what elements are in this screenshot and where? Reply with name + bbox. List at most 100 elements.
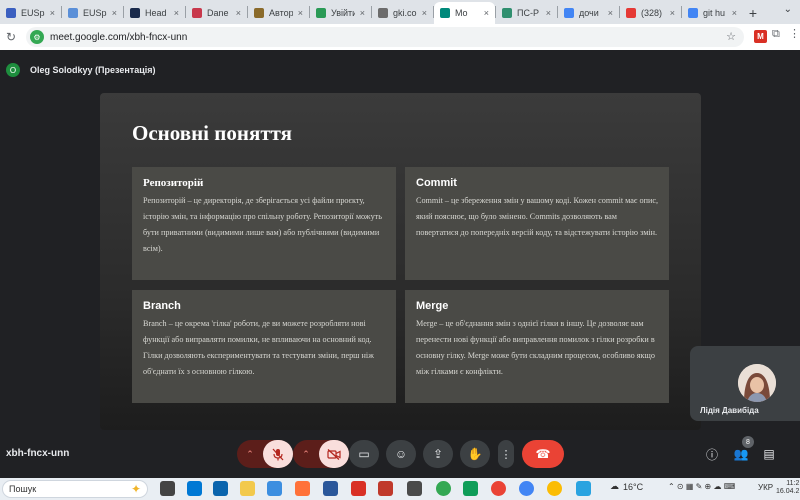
browser-tab[interactable]: EUSpa × (0, 2, 61, 24)
tab-title: EUSpa (21, 8, 45, 18)
file-explorer-icon[interactable] (240, 481, 255, 496)
card-branch: Branch Branch – це окрема 'гілка' роботи… (132, 290, 396, 403)
tab-title: дочи (579, 8, 599, 18)
raise-hand-icon[interactable]: ✋ (460, 440, 490, 468)
reload-icon[interactable]: ↻ (0, 26, 22, 48)
tab-title: Head (145, 8, 167, 18)
tab-title: gki.co (393, 8, 417, 18)
browser-tab[interactable]: ПС-Р × (496, 2, 557, 24)
participant-tile[interactable]: Лідія Давибіда (690, 346, 800, 421)
app-red-icon[interactable] (351, 481, 366, 496)
tab-title: Dane (207, 8, 229, 18)
end-call-icon[interactable]: ☎ (522, 440, 564, 468)
card-title: Merge (416, 300, 449, 312)
clock-date: 16.04.2 (776, 488, 800, 496)
extension-m-icon[interactable]: M (754, 30, 767, 43)
app-dark-icon[interactable] (407, 481, 422, 496)
participant-name: Лідія Давибіда (700, 406, 759, 415)
app-red2-icon[interactable] (378, 481, 393, 496)
browser-tab[interactable]: git hu × (682, 2, 743, 24)
tab-close-icon[interactable]: × (236, 8, 241, 18)
tab-search-icon[interactable]: ⌄ (784, 4, 792, 15)
search-placeholder: Пошук (9, 484, 37, 494)
present-screen-icon[interactable]: ⇪ (423, 440, 453, 468)
outlook-icon[interactable] (213, 481, 228, 496)
camera-options-chevron-icon[interactable]: ⌃ (293, 440, 319, 468)
app-green-icon[interactable] (463, 481, 478, 496)
taskbar-search-input[interactable]: Пошук ✦ (2, 480, 148, 498)
emoji-icon[interactable]: ☺ (386, 440, 416, 468)
card-body: Branch – це окрема 'гілка' роботи, де ви… (143, 319, 374, 376)
mic-control: ⌃ (237, 440, 293, 468)
tab-favicon-icon (378, 8, 388, 18)
telegram-icon[interactable] (576, 481, 591, 496)
tab-title: Увійти (331, 8, 355, 18)
tab-close-icon[interactable]: × (484, 8, 489, 18)
word-icon[interactable] (323, 481, 338, 496)
browser-toolbar: ↻ ⚙ meet.google.com/xbh-fncx-unn ☆ M ⧉ ⋮ (0, 24, 800, 50)
chat-icon[interactable]: ▤ (759, 444, 779, 464)
browser-tab-strip: EUSpa×EUSpa×Head×Dane×Автор×Увійти×gki.c… (0, 0, 800, 24)
tab-title: (328) (641, 8, 663, 18)
mic-off-icon[interactable] (263, 440, 293, 468)
card-body: Merge – це об'єднання змін з однієї гілк… (416, 319, 655, 376)
tab-title: git hu (703, 8, 726, 18)
tab-favicon-icon (192, 8, 202, 18)
presenter-name: Oleg Solodkyy (Презентація) (30, 65, 156, 75)
store-icon[interactable] (267, 481, 282, 496)
tab-close-icon[interactable]: × (608, 8, 613, 18)
address-bar[interactable]: ⚙ meet.google.com/xbh-fncx-unn ☆ (26, 27, 744, 47)
tab-close-icon[interactable]: × (360, 8, 365, 18)
chrome-alt-icon[interactable] (547, 481, 562, 496)
tab-favicon-icon (688, 8, 698, 18)
tab-close-icon[interactable]: × (174, 8, 179, 18)
tab-favicon-icon (440, 8, 450, 18)
browser-tab[interactable]: Head × (124, 2, 185, 24)
bookmark-star-icon[interactable]: ☆ (726, 30, 736, 43)
meeting-code: xbh-fncx-unn (6, 448, 70, 459)
mic-options-chevron-icon[interactable]: ⌃ (237, 440, 263, 468)
camera-off-icon[interactable] (319, 440, 349, 468)
card-body: Commit – це збереження змін у вашому код… (416, 196, 659, 237)
camera-control: ⌃ (293, 440, 349, 468)
browser-menu-icon[interactable]: ⋮ (789, 27, 800, 40)
copilot-sparkle-icon[interactable]: ✦ (131, 482, 141, 496)
info-icon[interactable]: ⓘ (702, 444, 722, 464)
input-language[interactable]: УКР (758, 483, 773, 492)
firefox-icon[interactable] (295, 481, 310, 496)
tab-close-icon[interactable]: × (50, 8, 55, 18)
chrome-profile-icon[interactable] (491, 481, 506, 496)
site-info-icon[interactable]: ⚙ (30, 30, 44, 44)
browser-tab[interactable]: Dane × (186, 2, 247, 24)
browser-tab[interactable]: (328) × (620, 2, 681, 24)
tab-close-icon[interactable]: × (670, 8, 675, 18)
taskbar-clock[interactable]: 11:2 16.04.2 (776, 480, 799, 497)
presenter-avatar: O (6, 63, 20, 77)
weather-widget[interactable]: ☁ 16°C (610, 481, 643, 492)
tab-close-icon[interactable]: × (298, 8, 303, 18)
captions-icon[interactable]: ▭ (349, 440, 379, 468)
clock-time: 11:2 (786, 480, 800, 487)
browser-tab[interactable]: Mo × (434, 2, 495, 24)
card-merge: Merge Merge – це об'єднання змін з одніє… (405, 290, 669, 403)
chrome-active-icon[interactable] (519, 481, 534, 496)
system-tray-icons[interactable]: ⌃ ⊙ ▦ ✎ ⊕ ☁ ⌨ (668, 482, 735, 491)
tab-close-icon[interactable]: × (546, 8, 551, 18)
tab-favicon-icon (6, 8, 16, 18)
new-tab-button[interactable]: + (743, 2, 763, 24)
extensions-puzzle-icon[interactable]: ⧉ (772, 28, 780, 41)
tab-close-icon[interactable]: × (732, 8, 737, 18)
browser-tab[interactable]: дочи × (558, 2, 619, 24)
browser-tab[interactable]: gki.co × (372, 2, 433, 24)
tab-close-icon[interactable]: × (112, 8, 117, 18)
browser-tab[interactable]: Увійти × (310, 2, 371, 24)
task-view-icon[interactable] (160, 481, 175, 496)
more-vert-icon[interactable]: ⋮ (498, 440, 514, 468)
chrome-icon[interactable] (436, 481, 451, 496)
tab-close-icon[interactable]: × (422, 8, 427, 18)
card-title: Репозиторій (143, 177, 204, 189)
browser-tab[interactable]: EUSpa × (62, 2, 123, 24)
edge-icon[interactable] (187, 481, 202, 496)
people-count-badge: 8 (742, 436, 754, 448)
browser-tab[interactable]: Автор × (248, 2, 309, 24)
